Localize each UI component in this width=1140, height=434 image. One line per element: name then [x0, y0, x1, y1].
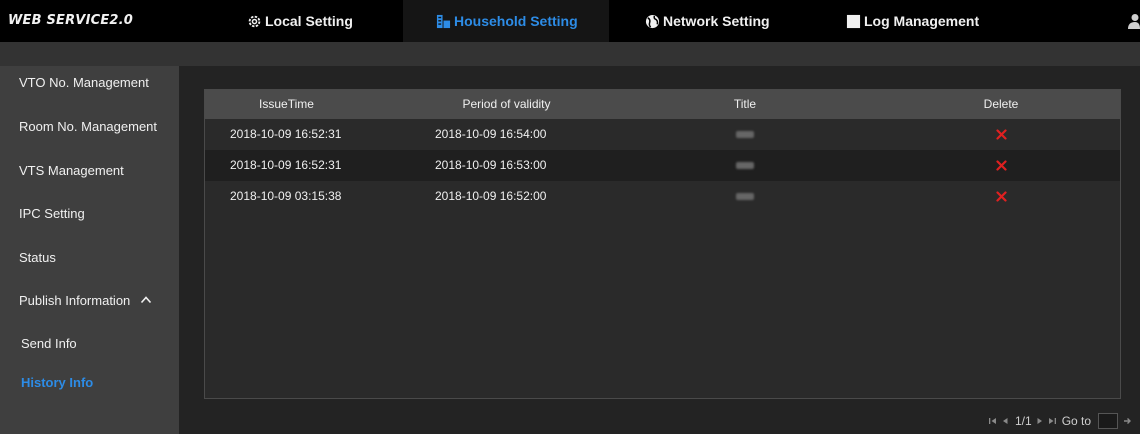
delete-icon[interactable]	[996, 160, 1007, 171]
validity-cell: 2018-10-09 16:52:00	[435, 189, 547, 203]
issue-time-cell: 2018-10-09 16:52:31	[230, 127, 342, 141]
tab-household-setting[interactable]: Household Setting	[403, 0, 609, 42]
issue-time-cell: 2018-10-09 03:15:38	[230, 189, 342, 203]
table-header: IssueTime Period of validity Title Delet…	[205, 90, 1120, 119]
tab-local-setting[interactable]: Local Setting	[247, 0, 353, 42]
sidebar-item-publish-information[interactable]: Publish Information	[0, 286, 179, 316]
top-navigation-bar: WEB SERVICE2.0 Local Setting Household S…	[0, 0, 1140, 42]
title-cell-redacted	[736, 162, 754, 169]
sub-header-bar	[0, 42, 1140, 66]
validity-cell: 2018-10-09 16:53:00	[435, 158, 547, 172]
tab-log-management-label: Log Management	[864, 13, 980, 29]
main-content: IssueTime Period of validity Title Delet…	[179, 66, 1140, 434]
table-row: 2018-10-09 16:52:31 2018-10-09 16:53:00	[205, 150, 1120, 181]
next-page-icon[interactable]	[1035, 416, 1045, 426]
globe-icon	[645, 14, 660, 28]
app-window: WEB SERVICE2.0 Local Setting Household S…	[0, 0, 1140, 434]
brand-logo: WEB SERVICE2.0	[8, 13, 134, 28]
first-page-icon[interactable]	[988, 416, 998, 426]
sidebar-item-publish-information-label: Publish Information	[19, 293, 131, 308]
sidebar-item-vts-management[interactable]: VTS Management	[0, 156, 179, 186]
delete-icon[interactable]	[996, 191, 1007, 202]
goto-page-input[interactable]	[1098, 413, 1119, 429]
column-header-period-of-validity: Period of validity	[462, 97, 551, 111]
table-row: 2018-10-09 16:52:31 2018-10-09 16:54:00	[205, 119, 1120, 150]
column-header-delete: Delete	[983, 97, 1019, 111]
chevron-up-icon	[140, 296, 152, 304]
tab-network-setting[interactable]: Network Setting	[645, 0, 770, 42]
tab-log-management[interactable]: Log Management	[846, 0, 979, 42]
building-icon	[436, 14, 451, 28]
page-indicator: 1/1	[1015, 414, 1032, 428]
table-row: 2018-10-09 03:15:38 2018-10-09 16:52:00	[205, 181, 1120, 212]
tab-network-setting-label: Network Setting	[663, 13, 770, 29]
validity-cell: 2018-10-09 16:54:00	[435, 127, 547, 141]
sidebar-item-room-no-management[interactable]: Room No. Management	[0, 112, 179, 142]
sidebar-item-ipc-setting[interactable]: IPC Setting	[0, 199, 179, 229]
history-info-table: IssueTime Period of validity Title Delet…	[204, 89, 1121, 399]
tab-local-setting-label: Local Setting	[265, 13, 353, 29]
sidebar: VTO No. Management Room No. Management V…	[0, 66, 179, 434]
previous-page-icon[interactable]	[1000, 416, 1010, 426]
document-icon	[846, 14, 861, 28]
column-header-title: Title	[733, 97, 757, 111]
column-header-issue-time: IssueTime	[259, 97, 314, 111]
sidebar-item-status[interactable]: Status	[0, 243, 179, 273]
user-icon[interactable]	[1126, 13, 1140, 29]
last-page-icon[interactable]	[1047, 416, 1057, 426]
gear-icon	[248, 15, 261, 27]
goto-arrow-icon[interactable]	[1122, 416, 1132, 426]
delete-icon[interactable]	[996, 129, 1007, 140]
sidebar-item-send-info[interactable]: Send Info	[0, 329, 179, 359]
sidebar-item-vto-no-management[interactable]: VTO No. Management	[0, 68, 179, 98]
title-cell-redacted	[736, 193, 754, 200]
goto-label: Go to	[1061, 414, 1092, 428]
sidebar-item-history-info[interactable]: History Info	[0, 368, 179, 398]
pagination: 1/1 Go to	[988, 412, 1132, 430]
title-cell-redacted	[736, 131, 754, 138]
issue-time-cell: 2018-10-09 16:52:31	[230, 158, 342, 172]
tab-household-setting-label: Household Setting	[454, 13, 578, 29]
